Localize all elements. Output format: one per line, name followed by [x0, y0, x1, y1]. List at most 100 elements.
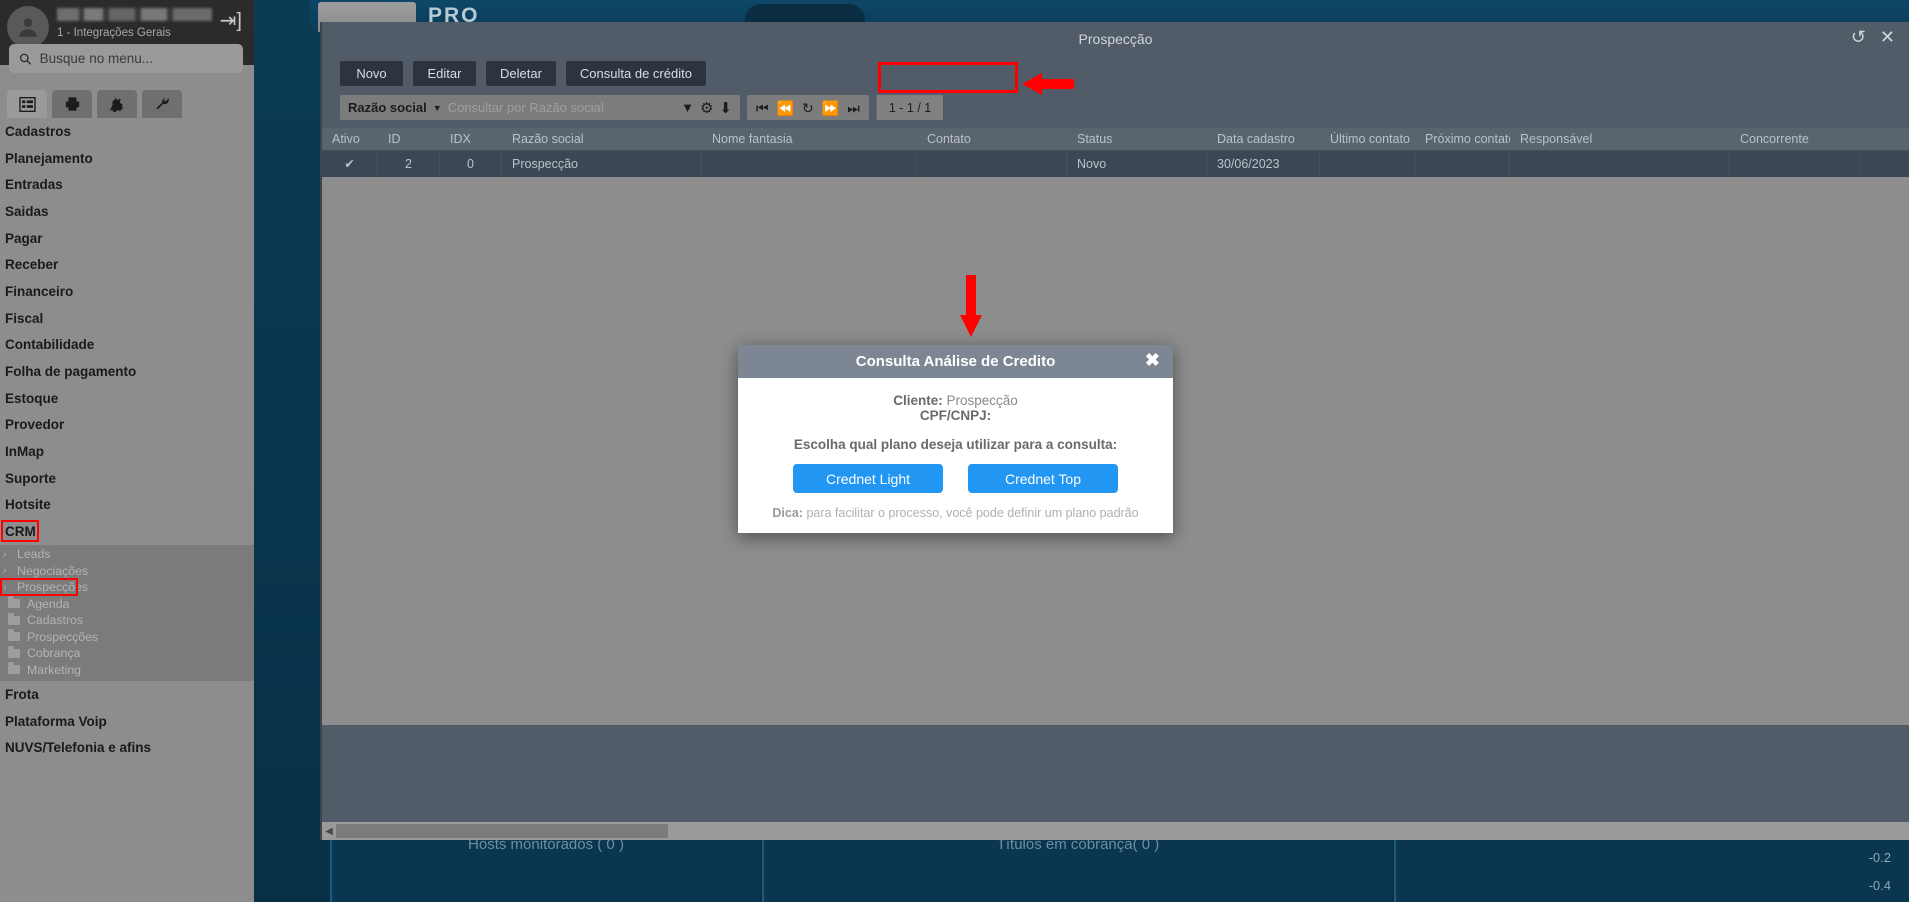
table-row[interactable]: ✔ 2 0 Prospecção Novo 30/06/2023: [322, 151, 1909, 177]
chevron-down-icon[interactable]: ▼: [681, 100, 694, 115]
modal-question-text: Escolha qual plano deseja utilizar para …: [793, 437, 1118, 452]
deletar-button[interactable]: Deletar: [486, 61, 556, 86]
grid-column-status[interactable]: Status: [1067, 132, 1207, 146]
sidebar-subitem-marketing[interactable]: Marketing: [0, 662, 254, 679]
grid-column-razao-social[interactable]: Razão social: [502, 132, 702, 146]
prev-page-icon[interactable]: ⏪: [777, 101, 794, 115]
sidebar-item-entradas[interactable]: Entradas: [0, 171, 254, 198]
sidebar-item-cadastros[interactable]: Cadastros: [0, 118, 254, 145]
filter-toolbar: Razão social ▼ ▼ ⚙ ⬇ ⏮ ⏪ ↻ ⏩ ⏭ 1 - 1 / 1: [340, 95, 1909, 120]
crednet-top-button[interactable]: Crednet Top: [968, 464, 1118, 493]
modal-plan-buttons: Crednet Light Crednet Top: [750, 464, 1161, 493]
sidebar-item-plataforma-voip[interactable]: Plataforma Voip: [0, 708, 254, 735]
pagination-counter: 1 - 1 / 1: [875, 95, 944, 120]
grid-column-ativo[interactable]: Ativo: [322, 132, 378, 146]
sidebar-item-pagar[interactable]: Pagar: [0, 225, 254, 252]
cell-contato: [917, 151, 1067, 177]
close-icon[interactable]: ✖: [1145, 351, 1160, 369]
sidebar-tab-tools[interactable]: [142, 90, 182, 118]
sidebar-item-frota[interactable]: Frota: [0, 681, 254, 708]
consulta-de-credito-button[interactable]: Consulta de crédito: [565, 61, 706, 86]
scroll-left-icon[interactable]: ◀: [322, 826, 336, 837]
filter-search-input[interactable]: [447, 100, 676, 115]
sidebar-item-planejamento[interactable]: Planejamento: [0, 145, 254, 172]
grid-header-row: Ativo ID IDX Razão social Nome fantasia …: [322, 128, 1909, 151]
search-input[interactable]: [39, 51, 233, 66]
filter-column-label[interactable]: Razão social: [348, 100, 427, 115]
sidebar-tabstrip: [7, 90, 182, 118]
list-icon: [18, 96, 36, 112]
sidebar-item-saidas[interactable]: Saidas: [0, 198, 254, 225]
modal-header: Consulta Análise de Credito ✖: [738, 345, 1173, 378]
sidebar-item-label: Provedor: [5, 417, 65, 433]
sidebar-item-label: Fiscal: [5, 310, 44, 326]
sidebar-item-label: Planejamento: [5, 150, 93, 166]
next-page-icon[interactable]: ⏩: [822, 101, 839, 115]
sidebar-item-label: Estoque: [5, 390, 59, 406]
sidebar-item-financeiro[interactable]: Financeiro: [0, 278, 254, 305]
sidebar-tab-print[interactable]: [52, 90, 92, 118]
first-page-icon[interactable]: ⏮: [756, 101, 769, 115]
grid-column-ultimo-contato[interactable]: Último contato: [1320, 132, 1415, 146]
editar-button[interactable]: Editar: [413, 61, 476, 86]
chevron-right-icon: ›: [3, 565, 7, 577]
sidebar-subitem-leads[interactable]: › Leads: [0, 546, 254, 563]
grid-column-concorrente[interactable]: Concorrente: [1730, 132, 1860, 146]
cell-ativo: ✔: [322, 151, 378, 177]
sidebar-subitem-agenda[interactable]: Agenda: [0, 596, 254, 613]
close-icon[interactable]: ✕: [1880, 28, 1895, 46]
logout-icon[interactable]: ⇥]: [220, 8, 242, 33]
gears-icon[interactable]: ⚙: [700, 99, 713, 117]
avatar: [7, 6, 49, 48]
grid-column-proximo-contato[interactable]: Próximo contato: [1415, 132, 1510, 146]
modal-hint-body: para facilitar o processo, você pode def…: [802, 506, 1139, 520]
sidebar-item-fiscal[interactable]: Fiscal: [0, 305, 254, 332]
sidebar-item-nuvs-telefonia[interactable]: NUVS/Telefonia e afins: [0, 734, 254, 761]
horizontal-scrollbar[interactable]: ◀: [322, 822, 1909, 840]
grid-column-contato[interactable]: Contato: [917, 132, 1067, 146]
sidebar-subitem-negociacoes[interactable]: › Negociações: [0, 563, 254, 580]
cell-idx: 0: [440, 151, 502, 177]
search-box[interactable]: [9, 44, 243, 73]
restore-icon[interactable]: ↺: [1851, 28, 1866, 46]
sidebar-item-suporte[interactable]: Suporte: [0, 465, 254, 492]
download-icon[interactable]: ⬇: [719, 99, 732, 117]
grid-column-responsavel[interactable]: Responsável: [1510, 132, 1730, 146]
sidebar-item-crm[interactable]: CRM: [0, 518, 254, 545]
sidebar-subitem-cobranca[interactable]: Cobrança: [0, 645, 254, 662]
sidebar-item-contabilidade[interactable]: Contabilidade: [0, 332, 254, 359]
sidebar-crm-submenu: › Leads › Negociações › Prospecções Agen…: [0, 545, 254, 681]
sidebar-subitem-prospeccoes[interactable]: › Prospecções: [0, 578, 254, 596]
sidebar-item-provedor[interactable]: Provedor: [0, 412, 254, 439]
sidebar-item-inmap[interactable]: InMap: [0, 438, 254, 465]
grid-column-data-cadastro[interactable]: Data cadastro: [1207, 132, 1320, 146]
scrollbar-thumb[interactable]: [336, 824, 668, 838]
chevron-right-icon: ›: [3, 548, 7, 560]
user-role-label: 1 - Integrações Gerais: [57, 27, 171, 39]
crednet-light-button[interactable]: Crednet Light: [793, 464, 943, 493]
sidebar-tab-settings[interactable]: [97, 90, 137, 118]
background-panel-titulos: Títulos em cobrança( 0 ): [762, 834, 1392, 902]
consulta-analise-credito-modal: Consulta Análise de Credito ✖ Cliente: P…: [738, 345, 1173, 533]
modal-cliente-line: Cliente: Prospecção: [750, 393, 1161, 408]
sidebar-subitem-prospeccoes-folder[interactable]: Prospecções: [0, 629, 254, 646]
sidebar-item-estoque[interactable]: Estoque: [0, 385, 254, 412]
grid-column-idx[interactable]: IDX: [440, 132, 502, 146]
sidebar-item-hotsite[interactable]: Hotsite: [0, 492, 254, 519]
sidebar-subitem-label: Leads: [17, 547, 51, 562]
sidebar-item-folha-de-pagamento[interactable]: Folha de pagamento: [0, 358, 254, 385]
grid-column-id[interactable]: ID: [378, 132, 440, 146]
sidebar-subitem-cadastros[interactable]: Cadastros: [0, 612, 254, 629]
novo-button[interactable]: Novo: [340, 61, 403, 86]
search-filter-field[interactable]: Razão social ▼ ▼ ⚙ ⬇: [340, 95, 740, 120]
sidebar-item-receber[interactable]: Receber: [0, 251, 254, 278]
chevron-down-icon[interactable]: ▼: [433, 103, 442, 113]
sidebar-item-label: Receber: [5, 257, 59, 273]
sidebar-item-label: Contabilidade: [5, 337, 95, 353]
last-page-icon[interactable]: ⏭: [847, 101, 860, 115]
modal-cliente-label: Cliente:: [893, 393, 943, 408]
grid-column-nome-fantasia[interactable]: Nome fantasia: [702, 132, 917, 146]
sidebar-tab-list[interactable]: [7, 90, 47, 118]
cell-proximo-contato: [1415, 151, 1510, 177]
refresh-icon[interactable]: ↻: [802, 101, 814, 115]
